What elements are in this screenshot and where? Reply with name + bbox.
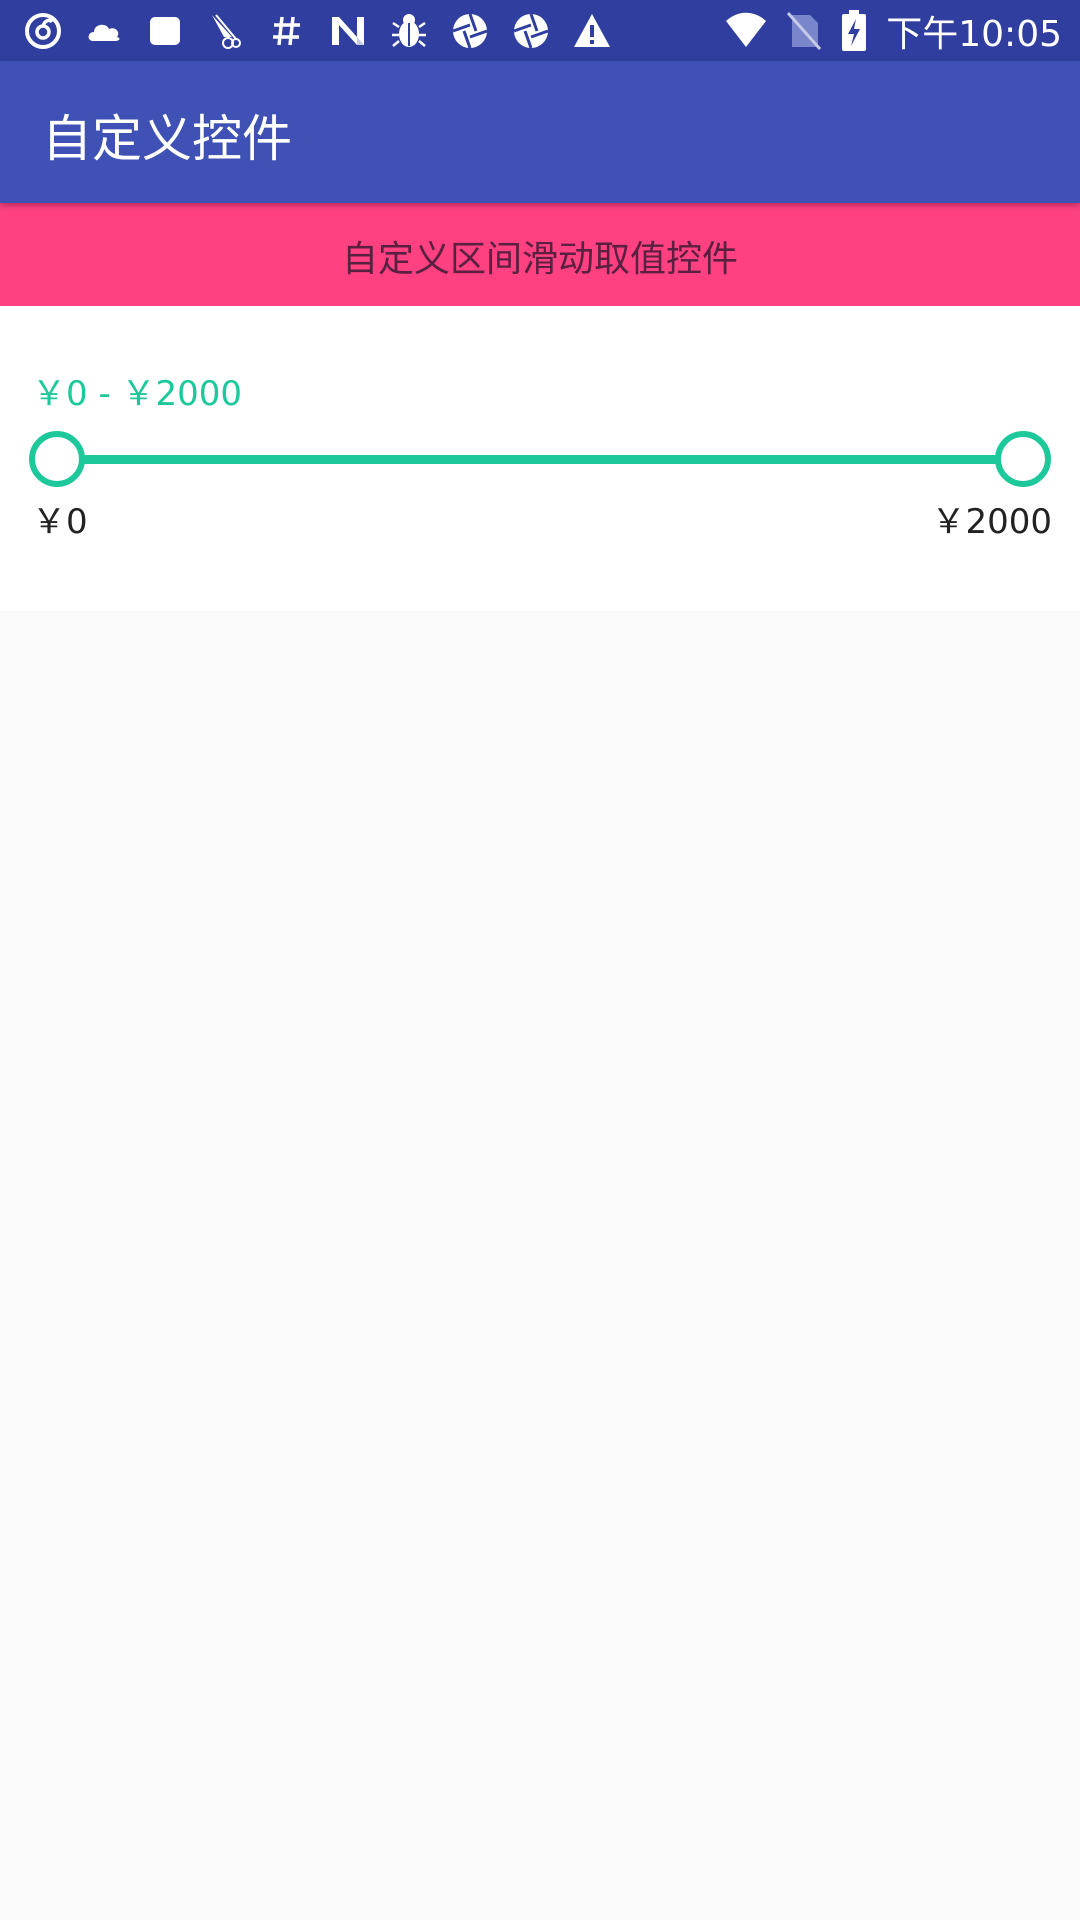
aperture-icon — [510, 10, 552, 52]
system-status-icons: 下午10:05 — [724, 6, 1062, 55]
n-logo-icon — [327, 10, 369, 52]
battery-charging-icon — [840, 9, 868, 52]
wifi-icon — [724, 11, 768, 51]
slider-max-thumb[interactable] — [995, 431, 1051, 487]
section-banner: 自定义区间滑动取值控件 — [0, 203, 1080, 306]
no-sim-icon — [786, 11, 822, 51]
content-area — [0, 611, 1080, 1920]
slider-track[interactable] — [57, 455, 1023, 464]
app-bar: 自定义控件 — [0, 61, 1080, 203]
status-time: 下午10:05 — [886, 13, 1062, 55]
notification-icons — [22, 6, 613, 55]
warning-icon — [571, 10, 613, 52]
hash-icon — [266, 10, 308, 52]
slider-min-thumb[interactable] — [29, 431, 85, 487]
slider-max-label: ￥2000 — [931, 502, 1052, 542]
range-slider-card: ￥0 - ￥2000 ￥0 ￥2000 — [0, 306, 1080, 611]
netease-music-icon — [22, 10, 64, 52]
bird-icon — [205, 10, 247, 52]
banner-text: 自定义区间滑动取值控件 — [341, 238, 738, 280]
status-bar: 下午10:05 — [0, 0, 1080, 61]
slider-min-label: ￥0 — [32, 502, 88, 542]
cloud-icon — [83, 10, 125, 52]
page-title: 自定义控件 — [42, 110, 292, 168]
bug-icon — [388, 10, 430, 52]
aperture-icon — [449, 10, 491, 52]
range-readout: ￥0 - ￥2000 — [32, 374, 243, 414]
square-app-icon — [144, 10, 186, 52]
